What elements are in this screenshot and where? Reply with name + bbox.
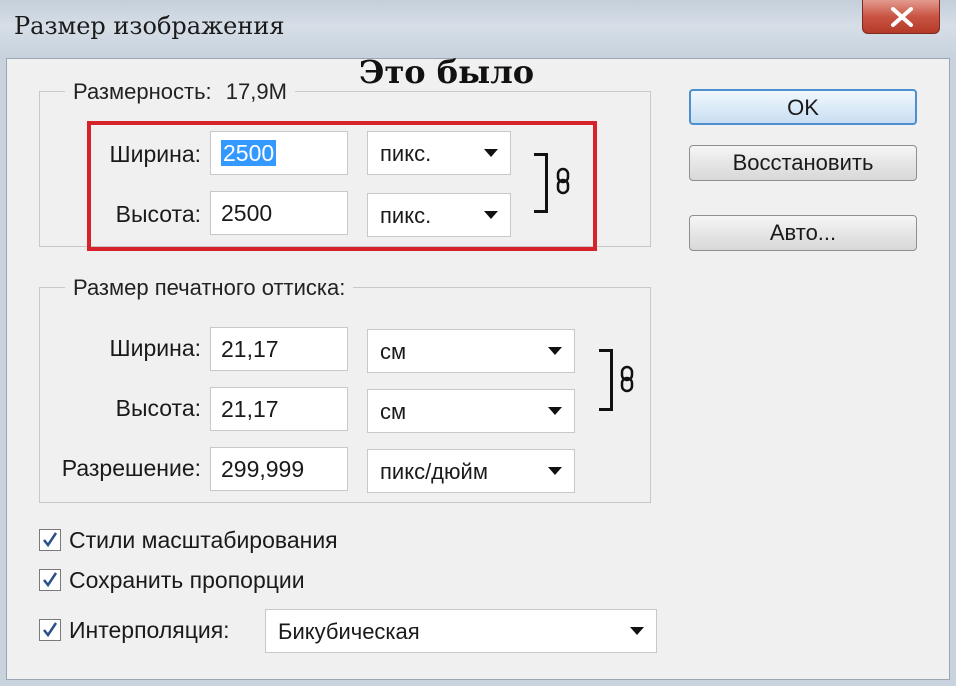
pixel-dimensions-title: Размерность: 17,9M: [65, 79, 295, 105]
print-width-unit-select[interactable]: см: [367, 329, 575, 373]
overlay-caption: Это было: [359, 53, 535, 91]
print-height-unit-select[interactable]: см: [367, 389, 575, 433]
highlight-frame: [87, 121, 597, 251]
print-height-input[interactable]: 21,17: [210, 387, 348, 431]
constrain-proportions-label: Сохранить пропорции: [69, 567, 305, 593]
print-constrain-bracket: [599, 349, 613, 411]
chevron-down-icon: [548, 407, 562, 415]
checkmark-icon: [43, 572, 58, 588]
dialog-body: Размерность: 17,9M Это было Ширина: 2500…: [6, 53, 950, 680]
resample-method-value: Бикубическая: [278, 619, 420, 644]
resample-method-select[interactable]: Бикубическая: [265, 609, 657, 653]
auto-button[interactable]: Авто...: [689, 215, 917, 251]
resample-checkbox[interactable]: [39, 619, 61, 641]
print-width-input[interactable]: 21,17: [210, 327, 348, 371]
print-height-value: 21,17: [221, 396, 279, 422]
resolution-unit-select[interactable]: пикс/дюйм: [367, 449, 575, 493]
title-bar: Размер изображения: [0, 0, 956, 58]
checkmark-icon: [43, 532, 58, 548]
resolution-unit: пикс/дюйм: [380, 459, 488, 484]
print-height-unit: см: [380, 399, 407, 424]
scale-styles-checkbox[interactable]: [39, 529, 61, 551]
pixel-dimensions-size: 17,9M: [225, 79, 287, 104]
chevron-down-icon: [630, 627, 644, 635]
print-size-title: Размер печатного оттиска:: [65, 275, 354, 301]
chevron-down-icon: [548, 467, 562, 475]
chain-link-icon: [620, 365, 634, 393]
reset-button[interactable]: Восстановить: [689, 145, 917, 181]
constrain-proportions-checkbox[interactable]: [39, 569, 61, 591]
print-width-unit: см: [380, 339, 407, 364]
resolution-value: 299,999: [221, 456, 305, 482]
close-icon: [891, 7, 913, 27]
resolution-label: Разрешение:: [61, 455, 201, 481]
pixel-dimensions-label: Размерность:: [73, 79, 212, 104]
resample-label: Интерполяция:: [69, 617, 230, 643]
close-button[interactable]: [862, 0, 940, 34]
scale-styles-label: Стили масштабирования: [69, 527, 338, 553]
window-title: Размер изображения: [14, 12, 285, 40]
print-height-label: Высота:: [115, 395, 201, 421]
print-width-value: 21,17: [221, 336, 279, 362]
checkmark-icon: [43, 622, 58, 638]
resolution-input[interactable]: 299,999: [210, 447, 348, 491]
ok-button[interactable]: OK: [689, 89, 917, 125]
print-width-label: Ширина:: [109, 335, 201, 361]
chevron-down-icon: [548, 347, 562, 355]
